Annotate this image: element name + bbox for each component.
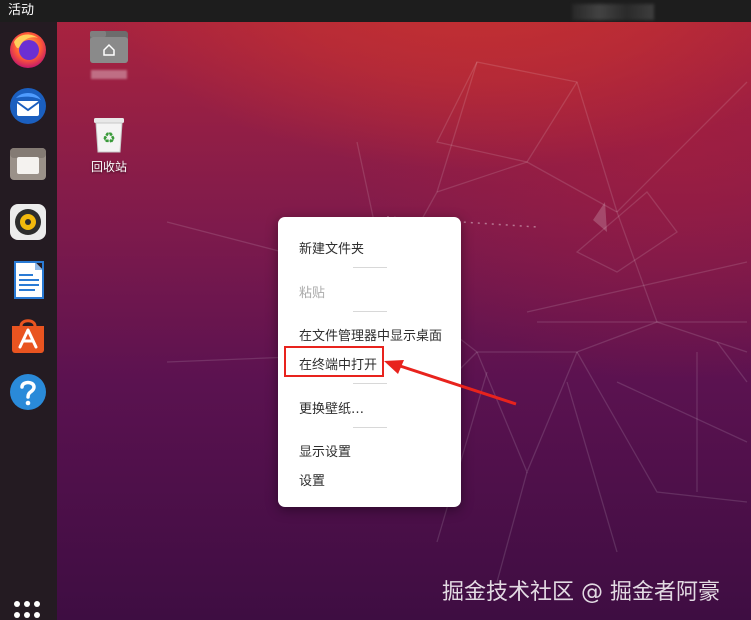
rhythmbox-icon	[10, 204, 46, 240]
show-applications-icon[interactable]	[14, 601, 42, 620]
top-bar: 活动	[0, 0, 751, 22]
home-folder-icon	[90, 31, 128, 63]
thunderbird-icon	[10, 88, 46, 124]
menu-item-paste: 粘贴	[299, 286, 326, 301]
libreoffice-writer-icon	[14, 261, 44, 299]
watermark: 掘金技术社区 @ 掘金者阿豪	[442, 580, 720, 605]
desktop-icon-trash[interactable]: ♻ 回收站	[69, 114, 149, 175]
dock-item-help[interactable]	[8, 372, 48, 412]
dock-item-ubuntu-software[interactable]	[8, 316, 48, 356]
menu-item-display-settings[interactable]: 显示设置	[299, 441, 351, 460]
help-icon	[10, 374, 46, 410]
menu-separator	[353, 427, 387, 428]
trash-icon: ♻	[94, 118, 124, 153]
menu-item-show-desktop-in-files[interactable]: 在文件管理器中显示桌面	[299, 325, 442, 344]
menu-separator	[353, 311, 387, 312]
dock-item-files[interactable]	[8, 144, 48, 184]
menu-separator	[353, 267, 387, 268]
svg-text:♻: ♻	[102, 129, 115, 147]
ubuntu-software-icon	[12, 319, 44, 353]
firefox-icon	[10, 32, 46, 68]
menu-item-new-folder[interactable]: 新建文件夹	[299, 238, 364, 257]
dock-item-thunderbird[interactable]	[8, 86, 48, 126]
blurred-clock-area	[572, 4, 654, 20]
trash-label: 回收站	[90, 160, 127, 174]
dock-item-rhythmbox[interactable]	[8, 202, 48, 242]
blurred-home-label	[91, 70, 127, 79]
desktop-icon-home[interactable]	[69, 28, 149, 79]
dock	[0, 22, 57, 620]
menu-item-change-background[interactable]: 更换壁纸…	[299, 398, 364, 417]
activities-button[interactable]: 活动	[8, 0, 34, 22]
annotation-highlight-box	[284, 346, 384, 377]
dock-item-firefox[interactable]	[8, 30, 48, 70]
files-icon	[10, 148, 46, 180]
menu-item-settings[interactable]: 设置	[299, 470, 325, 489]
annotation-arrow-icon	[384, 360, 517, 406]
dock-item-libreoffice-writer[interactable]	[8, 260, 48, 300]
